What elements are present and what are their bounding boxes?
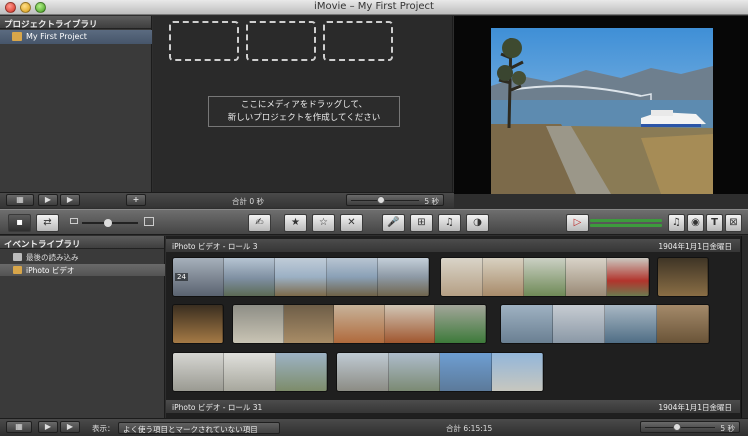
viewer-preview-image: [491, 28, 713, 194]
video-clip[interactable]: [440, 257, 650, 297]
roll-date: 1904年1月1日金曜日: [658, 403, 732, 412]
title-bar: iMovie – My First Project: [0, 0, 748, 15]
display-label: 表示：: [92, 424, 115, 433]
project-zoom-value: 5 秒: [424, 197, 439, 206]
display-filter-select[interactable]: よく使う項目とマークされていない項目: [118, 422, 280, 434]
project-library-header: プロジェクトライブラリ: [0, 16, 151, 30]
video-clip[interactable]: [172, 352, 328, 392]
drop-hint-line1: ここにメディアをドラッグして、: [240, 100, 368, 110]
drop-hint-line2: 新しいプロジェクトを作成してください: [227, 113, 381, 123]
voiceover-icon[interactable]: 🎤: [382, 214, 405, 232]
swap-events-projects-button[interactable]: ⇄: [36, 214, 59, 232]
project-item-label: My First Project: [26, 32, 87, 41]
play-full-screen-button[interactable]: ▶: [38, 194, 58, 206]
thumbnail-slider-knob[interactable]: [104, 219, 112, 227]
project-zoom-slider[interactable]: 5 秒: [346, 194, 444, 206]
mute-audio-button[interactable]: ▷: [566, 214, 589, 232]
empty-clip-slot: [169, 21, 239, 61]
video-clip[interactable]: [657, 257, 709, 297]
slider-knob[interactable]: [673, 423, 681, 431]
video-clip[interactable]: [232, 304, 487, 344]
empty-clip-slot: [246, 21, 316, 61]
project-bottom-bar: ▦ ▶ ▶ + 合計 0 秒 5 秒: [0, 192, 454, 208]
audio-adjust-icon[interactable]: ♫: [438, 214, 461, 232]
event-item-label: 最後の読み込み: [26, 253, 79, 262]
project-item[interactable]: My First Project: [0, 30, 152, 44]
title-browser-icon[interactable]: T: [706, 214, 723, 232]
video-clip[interactable]: [500, 304, 710, 344]
new-project-button[interactable]: +: [126, 194, 146, 206]
bottom-bar: ▦ ▶ ▶ 表示： よく使う項目とマークされていない項目 合計 6:15:15 …: [0, 418, 748, 436]
drop-media-hint: ここにメディアをドラッグして、 新しいプロジェクトを作成してください: [208, 96, 400, 127]
large-thumbnail-icon: [144, 217, 154, 226]
event-item[interactable]: 最後の読み込み: [0, 251, 165, 263]
event-browser-scrollbar[interactable]: [741, 236, 748, 418]
play-event-button[interactable]: ▶: [60, 421, 80, 433]
camera-import-button[interactable]: ▪: [8, 214, 31, 232]
video-clip[interactable]: [172, 304, 224, 344]
video-clip[interactable]: [336, 352, 544, 392]
crop-icon[interactable]: ⊞: [410, 214, 433, 232]
reject-button[interactable]: ✕: [340, 214, 363, 232]
event-item-label: iPhoto ビデオ: [26, 266, 75, 275]
photo-browser-icon[interactable]: ◉: [687, 214, 704, 232]
show-project-library-button[interactable]: ▦: [6, 194, 34, 206]
window-title: iMovie – My First Project: [314, 1, 434, 12]
main-toolbar: ▪ ⇄ ✍ ★ ☆ ✕ 🎤 ⊞ ♫ ◑ ▷ ♫ ◉ T ⊠: [0, 209, 748, 235]
clip-duration-badge: 24: [175, 273, 188, 281]
roll-title: iPhoto ビデオ - ロール 31: [172, 403, 263, 412]
unmark-button[interactable]: ☆: [312, 214, 335, 232]
small-thumbnail-icon: [70, 218, 78, 224]
mark-favorite-button[interactable]: ★: [284, 214, 307, 232]
color-adjust-icon[interactable]: ◑: [466, 214, 489, 232]
event-zoom-value: 5 秒: [720, 424, 735, 433]
imovie-window: iMovie – My First Project プロジェクトライブラリ My…: [0, 0, 748, 436]
empty-clip-slot: [323, 21, 393, 61]
viewer: [454, 16, 748, 194]
event-browser[interactable]: iPhoto ビデオ - ロール 3 1904年1月1日金曜日 24 iPhot…: [166, 236, 748, 418]
roll-title: iPhoto ビデオ - ロール 3: [172, 242, 258, 251]
event-item[interactable]: iPhoto ビデオ: [0, 264, 165, 276]
event-zoom-slider[interactable]: 5 秒: [640, 421, 740, 433]
roll-header: iPhoto ビデオ - ロール 31 1904年1月1日金曜日: [166, 400, 740, 413]
video-clip[interactable]: [172, 257, 430, 297]
audio-meter-left: [590, 219, 662, 222]
play-full-screen-button[interactable]: ▶: [38, 421, 58, 433]
roll-header: iPhoto ビデオ - ロール 3 1904年1月1日金曜日: [166, 239, 740, 252]
project-icon: [12, 32, 22, 41]
project-total-duration: 合計 0 秒: [232, 197, 265, 206]
roll-date: 1904年1月1日金曜日: [658, 242, 732, 251]
event-total-duration: 合計 6:15:15: [446, 424, 493, 433]
show-event-library-button[interactable]: ▦: [6, 421, 32, 433]
iphoto-icon: [13, 266, 22, 274]
play-project-button[interactable]: ▶: [60, 194, 80, 206]
music-browser-icon[interactable]: ♫: [668, 214, 685, 232]
project-library-panel: プロジェクトライブラリ My First Project: [0, 16, 152, 192]
audio-meter-right: [590, 224, 662, 227]
add-to-project-button[interactable]: ✍: [248, 214, 271, 232]
event-library-header: イベントライブラリ: [0, 236, 164, 250]
transitions-browser-icon[interactable]: ⊠: [725, 214, 742, 232]
slider-knob[interactable]: [377, 196, 385, 204]
recent-import-icon: [13, 253, 22, 261]
project-editor[interactable]: ここにメディアをドラッグして、 新しいプロジェクトを作成してください: [153, 16, 453, 192]
event-library-panel: イベントライブラリ 最後の読み込み iPhoto ビデオ: [0, 236, 165, 418]
